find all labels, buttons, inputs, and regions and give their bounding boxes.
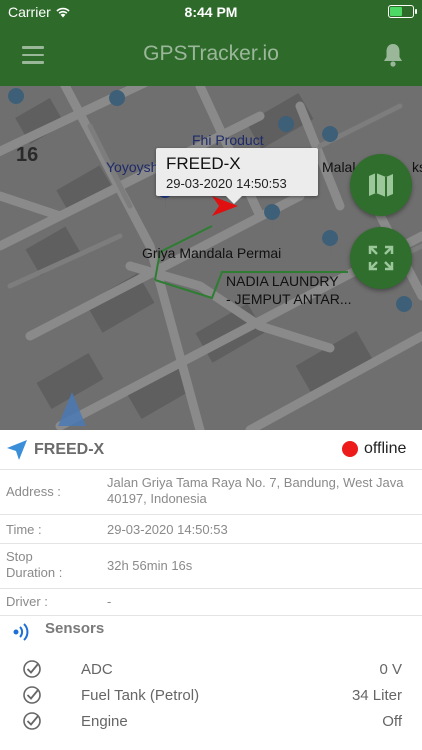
- sensor-row-adc: ADC 0 V: [0, 658, 422, 684]
- map-place-label: NADIA LAUNDRY: [226, 273, 339, 289]
- sensor-name: Engine: [81, 713, 128, 730]
- device-name: FREED-X: [34, 441, 105, 458]
- map-place-label: - JEMPUT ANTAR...: [226, 291, 352, 307]
- map-place-label: Fhi Product: [192, 132, 264, 148]
- navigation-arrow-icon: [7, 440, 27, 460]
- map-place-label: Malal: [322, 159, 356, 175]
- map-place-label: Griya Mandala Permai: [142, 245, 282, 261]
- map-layer-button[interactable]: [350, 154, 412, 216]
- address-value: Jalan Griya Tama Raya No. 7, Bandung, We…: [107, 475, 404, 506]
- sensor-row-fuel: Fuel Tank (Petrol) 34 Liter: [0, 684, 422, 710]
- time-row: Time : 29-03-2020 14:50:53: [0, 515, 422, 544]
- driver-row: Driver : -: [0, 589, 422, 616]
- battery-icon: [388, 5, 417, 18]
- signal-icon: [13, 623, 29, 641]
- device-header[interactable]: FREED-X offline: [0, 430, 422, 470]
- check-circle-icon: [23, 712, 41, 730]
- status-dot: [342, 441, 358, 457]
- sensors-title: Sensors: [45, 620, 105, 637]
- app-title: GPSTracker.io: [143, 42, 279, 65]
- clock: 8:44 PM: [184, 4, 238, 20]
- time-value: 29-03-2020 14:50:53: [107, 522, 228, 537]
- status-bar: Carrier 8:44 PM: [0, 0, 422, 24]
- stop-duration-value: 32h 56min 16s: [107, 558, 193, 573]
- sensor-name: Fuel Tank (Petrol): [81, 687, 200, 704]
- address-row: Address : Jalan Griya Tama Raya No. 7, B…: [0, 470, 422, 515]
- map-place-label: ks: [412, 159, 422, 175]
- stop-duration-label: Stop Duration :: [6, 549, 63, 580]
- driver-label: Driver :: [6, 594, 48, 609]
- sensor-value: Off: [382, 713, 402, 730]
- vehicle-popup[interactable]: FREED-X 29-03-2020 14:50:53: [156, 148, 318, 204]
- sensor-name: ADC: [81, 661, 113, 678]
- popup-vehicle-name: FREED-X: [166, 154, 241, 173]
- bell-icon[interactable]: [382, 42, 404, 68]
- check-circle-icon: [23, 660, 41, 678]
- sensors-header: Sensors: [0, 616, 422, 646]
- time-label: Time :: [6, 522, 42, 537]
- driver-value: -: [107, 594, 112, 609]
- app-header: GPSTracker.io: [0, 24, 422, 86]
- sensor-row-engine: Engine Off: [0, 710, 422, 736]
- check-circle-icon: [23, 686, 41, 704]
- fullscreen-button[interactable]: [350, 227, 412, 289]
- map-view[interactable]: 16 Fhi Product Yoyoysh Malal ks Griya Ma…: [0, 86, 422, 430]
- sensor-value: 34 Liter: [351, 687, 402, 704]
- sensor-value: 0 V: [379, 661, 402, 678]
- folded-map-icon: [369, 173, 393, 197]
- popup-datetime: 29-03-2020 14:50:53: [166, 176, 287, 191]
- map-place-label: Yoyoysh: [106, 159, 159, 175]
- stop-duration-row: Stop Duration : 32h 56min 16s: [0, 544, 422, 589]
- zoom-level-label: 16: [16, 144, 39, 166]
- address-label: Address :: [6, 484, 61, 499]
- expand-icon: [368, 245, 394, 271]
- device-status: offline: [364, 440, 407, 457]
- device-detail-panel: FREED-X offline Address : Jalan Griya Ta…: [0, 430, 422, 750]
